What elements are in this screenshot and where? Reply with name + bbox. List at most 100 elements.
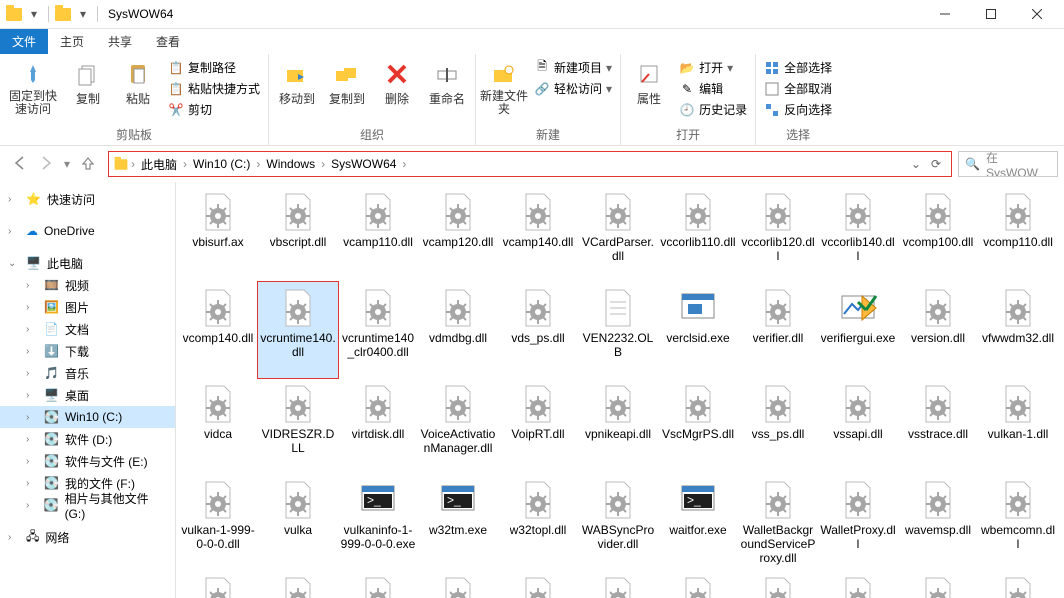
qat-icon[interactable]: ▾ <box>24 4 44 24</box>
chevron-right-icon[interactable]: › <box>129 157 137 171</box>
open-button[interactable]: 📂打开▾ <box>675 58 751 77</box>
file-item[interactable]: vccorlib120.dll <box>738 186 818 282</box>
nav-e-drive[interactable]: ›💽软件与文件 (E:) <box>0 450 175 472</box>
copy-button[interactable]: 复制 <box>64 56 112 107</box>
file-item[interactable]: VoiceActivationManager.dll <box>418 378 498 474</box>
nav-up-button[interactable] <box>80 155 96 174</box>
file-item[interactable]: VscMgrPS.dll <box>658 378 738 474</box>
file-item[interactable]: verifier.dll <box>738 282 818 378</box>
file-item[interactable] <box>738 570 818 598</box>
nav-c-drive[interactable]: ›💽Win10 (C:) <box>0 406 175 428</box>
nav-d-drive[interactable]: ›💽软件 (D:) <box>0 428 175 450</box>
select-none-button[interactable]: 全部取消 <box>760 79 836 98</box>
chevron-right-icon[interactable]: › <box>254 157 262 171</box>
file-item[interactable]: verclsid.exe <box>658 282 738 378</box>
file-item[interactable]: vulkaninfo-1-999-0-0-0.exe <box>338 474 418 570</box>
chevron-right-icon[interactable]: › <box>400 157 408 171</box>
new-item-button[interactable]: 🗎新建项目▾ <box>530 58 616 77</box>
nav-g-drive[interactable]: ›💽相片与其他文件 (G:) <box>0 494 175 516</box>
file-item[interactable] <box>978 570 1058 598</box>
tab-share[interactable]: 共享 <box>96 29 144 54</box>
file-item[interactable]: wcmapi.dll <box>178 570 258 598</box>
nav-downloads[interactable]: ›⬇️下载 <box>0 340 175 362</box>
file-item[interactable]: vcruntime140_clr0400.dll <box>338 282 418 378</box>
file-item[interactable]: waitfor.exe <box>658 474 738 570</box>
file-item[interactable]: vss_ps.dll <box>738 378 818 474</box>
file-item[interactable] <box>418 570 498 598</box>
delete-button[interactable]: 删除 <box>373 56 421 107</box>
pin-quick-access-button[interactable]: 固定到快速访问 <box>4 56 62 116</box>
file-item[interactable]: vpnikeapi.dll <box>578 378 658 474</box>
file-item[interactable]: WcnApi.dll <box>258 570 338 598</box>
invert-selection-button[interactable]: 反向选择 <box>760 100 836 119</box>
nav-pictures[interactable]: ›🖼️图片 <box>0 296 175 318</box>
file-item[interactable]: vcomp140.dll <box>178 282 258 378</box>
file-item[interactable]: vds_ps.dll <box>498 282 578 378</box>
file-item[interactable]: vccorlib110.dll <box>658 186 738 282</box>
chevron-right-icon[interactable]: › <box>319 157 327 171</box>
file-item[interactable]: w32tm.exe <box>418 474 498 570</box>
file-item[interactable]: vcomp110.dll <box>978 186 1058 282</box>
file-item[interactable]: vbscript.dll <box>258 186 338 282</box>
breadcrumb-item[interactable]: SysWOW64 <box>327 157 400 171</box>
file-item[interactable]: vdmdbg.dll <box>418 282 498 378</box>
file-pane[interactable]: vbisurf.axvbscript.dllvcamp110.dllvcamp1… <box>176 182 1064 598</box>
file-item[interactable]: VCardParser.dll <box>578 186 658 282</box>
nav-onedrive[interactable]: ›☁OneDrive <box>0 220 175 242</box>
file-item[interactable]: vfwwdm32.dll <box>978 282 1058 378</box>
select-all-button[interactable]: 全部选择 <box>760 58 836 77</box>
file-item[interactable] <box>578 570 658 598</box>
file-item[interactable]: virtdisk.dll <box>338 378 418 474</box>
nav-network[interactable]: ›🖧网络 <box>0 526 175 548</box>
nav-videos[interactable]: ›🎞️视频 <box>0 274 175 296</box>
file-item[interactable]: wavemsp.dll <box>898 474 978 570</box>
file-item[interactable]: WalletProxy.dll <box>818 474 898 570</box>
copy-to-button[interactable]: 复制到 <box>323 56 371 107</box>
breadcrumb[interactable]: › 此电脑 › Win10 (C:) › Windows › SysWOW64 … <box>108 151 952 177</box>
file-item[interactable]: vssapi.dll <box>818 378 898 474</box>
history-button[interactable]: 🕘历史记录 <box>675 100 751 119</box>
paste-shortcut-button[interactable]: 📋粘贴快捷方式 <box>164 79 264 98</box>
cut-button[interactable]: ✂️剪切 <box>164 100 264 119</box>
breadcrumb-item[interactable]: Win10 (C:) <box>189 157 254 171</box>
file-item[interactable]: vulka <box>258 474 338 570</box>
copy-path-button[interactable]: 📋复制路径 <box>164 58 264 77</box>
nav-forward-button[interactable] <box>38 155 54 174</box>
tab-view[interactable]: 查看 <box>144 29 192 54</box>
file-item[interactable]: VEN2232.OLB <box>578 282 658 378</box>
nav-quick-access[interactable]: ›⭐快速访问 <box>0 188 175 210</box>
file-item[interactable]: WABSyncProvider.dll <box>578 474 658 570</box>
breadcrumb-item[interactable]: 此电脑 <box>137 156 181 173</box>
file-item[interactable]: w32topl.dll <box>498 474 578 570</box>
maximize-button[interactable] <box>968 0 1014 29</box>
file-item[interactable]: verifiergui.exe <box>818 282 898 378</box>
file-item[interactable]: vbisurf.ax <box>178 186 258 282</box>
tab-home[interactable]: 主页 <box>48 29 96 54</box>
minimize-button[interactable] <box>922 0 968 29</box>
breadcrumb-dropdown-icon[interactable]: ⌄ <box>911 157 921 171</box>
file-item[interactable] <box>818 570 898 598</box>
nav-music[interactable]: ›🎵音乐 <box>0 362 175 384</box>
nav-documents[interactable]: ›📄文档 <box>0 318 175 340</box>
move-to-button[interactable]: 移动到 <box>273 56 321 107</box>
file-item[interactable]: version.dll <box>898 282 978 378</box>
breadcrumb-item[interactable]: Windows <box>262 157 319 171</box>
file-item[interactable]: vcruntime140.dll <box>258 282 338 378</box>
file-item[interactable]: vidca <box>178 378 258 474</box>
nav-back-button[interactable] <box>12 155 28 174</box>
file-item[interactable]: vsstrace.dll <box>898 378 978 474</box>
file-item[interactable] <box>658 570 738 598</box>
rename-button[interactable]: 重命名 <box>423 56 471 107</box>
file-item[interactable]: VoipRT.dll <box>498 378 578 474</box>
properties-button[interactable]: 属性 <box>625 56 673 107</box>
refresh-icon[interactable]: ⟳ <box>931 157 941 171</box>
paste-button[interactable]: 粘贴 <box>114 56 162 107</box>
edit-button[interactable]: ✎编辑 <box>675 79 751 98</box>
file-item[interactable]: vulkan-1-999-0-0-0.dll <box>178 474 258 570</box>
file-item[interactable]: vcomp100.dll <box>898 186 978 282</box>
nav-recent-button[interactable]: ▾ <box>64 157 70 171</box>
nav-this-pc[interactable]: ⌄🖥️此电脑 <box>0 252 175 274</box>
file-item[interactable] <box>498 570 578 598</box>
nav-desktop[interactable]: ›🖥️桌面 <box>0 384 175 406</box>
file-item[interactable]: VIDRESZR.DLL <box>258 378 338 474</box>
